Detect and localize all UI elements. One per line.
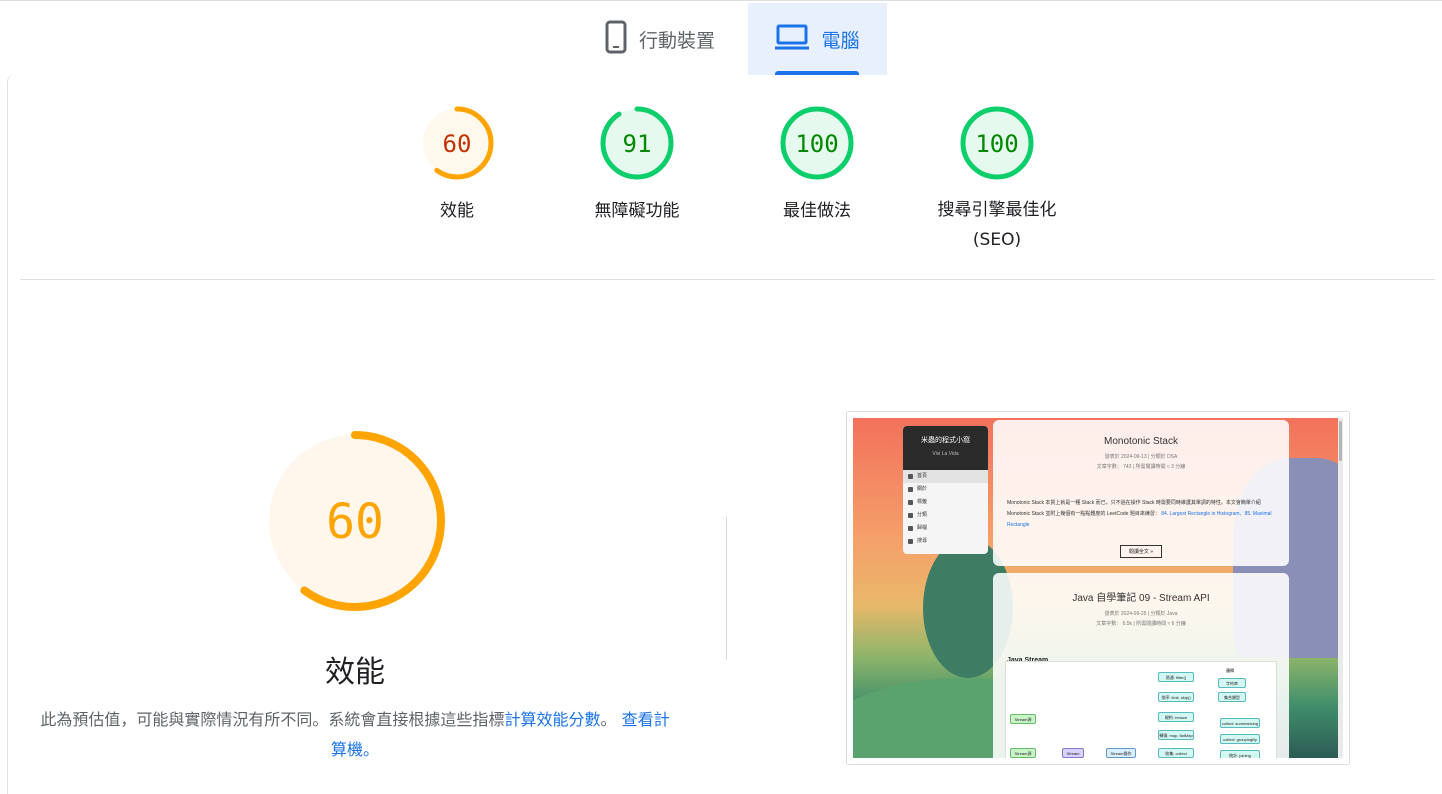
diagram-node: 集合類型 [1218,692,1246,702]
diagram-node: 邏輯 [1226,668,1234,673]
gauge-label-line1: 搜尋引擎最佳化 [937,200,1057,220]
diagram-node: collect: groupingBy [1220,734,1260,744]
gauge-seo[interactable]: 100 搜尋引擎最佳化 (SEO) [917,105,1077,255]
diagram-node: collect: summarizing [1220,718,1260,728]
diagram-node: 排序: limit, skip() [1158,692,1194,702]
site-sidebar: 米蟲的程式小窩 Vivi La Vida 首頁 關於 標籤 分類 歸檔 搜尋 [903,426,988,554]
tab-mobile[interactable]: 行動裝置 [580,3,740,75]
performance-title: 效能 [325,655,385,690]
gauge-performance-ring: 60 [420,106,494,180]
screenshot-content: 米蟲的程式小窩 Vivi La Vida 首頁 關於 標籤 分類 歸檔 搜尋 M… [853,418,1343,758]
gauge-accessibility-ring: 91 [600,106,674,180]
post-title: Java 自學筆記 09 - Stream API [1072,593,1210,604]
vertical-separator [726,517,727,660]
site-menu-item: 搜尋 [903,535,988,548]
site-menu-item: 首頁 [903,470,988,483]
post-excerpt: Monotonic Stack 本質上就是一種 Stack 而已，只不過在操作 … [993,498,1289,531]
post-meta-line: 文章字數： 743 | 所需閱讀時間 ≈ 3 分鐘 [1096,464,1186,470]
gauge-best-practices-ring: 100 [780,106,854,180]
laptop-icon [775,23,810,56]
post-meta-line: 發表於 2024-09-25 | 分類於 Java [1104,611,1178,617]
diagram-node: Stream源 [1010,748,1036,758]
gauge-label: 無障礙功能 [594,201,680,221]
site-menu-item: 分類 [903,509,988,522]
diagram-node: 轉換: map, flatMap [1158,730,1194,740]
section-divider [20,279,1435,280]
site-header: 米蟲的程式小窩 Vivi La Vida [903,426,988,470]
gauge-score: 100 [795,130,838,158]
tab-desktop[interactable]: 電腦 [748,3,887,75]
mobile-phone-icon [605,20,627,59]
stream-diagram: Stream源 Stream源 Stream Stream操作 過濾: filt… [1005,661,1277,758]
post-meta-line: 文章字數： 6.5k | 所需閱讀時間 ≈ 6 分鐘 [1096,621,1186,627]
post-card: Monotonic Stack 發表於 2024-09-13 | 分類於 DSA… [993,420,1289,566]
top-border [0,0,1442,1]
gauge-accessibility[interactable]: 91 無障礙功能 [557,105,717,227]
read-more-button: 閱讀全文 » [1119,545,1163,558]
diagram-node: 收集: collect [1158,748,1194,758]
site-menu-item: 關於 [903,483,988,496]
gauge-label-line2: (SEO) [972,230,1022,250]
gauge-score: 60 [443,130,472,158]
gauge-label: 最佳做法 [783,201,851,221]
diagram-node: 過濾: filter() [1158,672,1194,682]
diagram-node: 字符串 [1218,678,1246,688]
performance-score: 60 [326,494,384,550]
diagram-node: 統計: joining [1220,750,1260,758]
site-subtitle: Vivi La Vida [932,451,959,457]
diagram-node: Stream源 [1010,714,1036,724]
calc-score-link[interactable]: 計算效能分數 [504,710,600,729]
performance-gauge-large: 60 [262,428,448,619]
gauge-seo-ring: 100 [960,106,1034,180]
tab-desktop-label: 電腦 [821,29,860,52]
post-meta-line: 發表於 2024-09-13 | 分類於 DSA [1104,454,1178,460]
post-card: Java 自學筆記 09 - Stream API 發表於 2024-09-25… [993,573,1289,758]
screenshot-scrollbar [1338,418,1343,758]
gauge-score: 91 [623,130,652,158]
desc-text: 此為預估值，可能與實際情況有所不同。系統會直接根據這些指標 [40,710,505,729]
gauge-score: 100 [975,130,1018,158]
gauge-performance[interactable]: 60 效能 [377,105,537,227]
post-meta: 發表於 2024-09-25 | 分類於 Java 文章字數： 6.5k | 所… [993,609,1289,629]
final-screenshot[interactable]: 米蟲的程式小窩 Vivi La Vida 首頁 關於 標籤 分類 歸檔 搜尋 M… [846,411,1350,765]
diagram-node: Stream操作 [1106,748,1136,758]
site-title: 米蟲的程式小窩 [921,437,970,444]
gauge-best-practices[interactable]: 100 最佳做法 [737,105,897,227]
tab-mobile-label: 行動裝置 [638,29,715,52]
desc-sep: 。 [600,710,617,729]
post-meta: 發表於 2024-09-13 | 分類於 DSA 文章字數： 743 | 所需閱… [993,452,1289,472]
site-menu-item: 歸檔 [903,522,988,535]
gauge-label: 搜尋引擎最佳化 (SEO) [917,195,1077,255]
site-menu-item: 標籤 [903,496,988,509]
performance-description: 此為預估值，可能與實際情況有所不同。系統會直接根據這些指標計算效能分數。 查看計… [40,705,670,765]
diagram-node: Stream [1062,748,1084,758]
gauge-label: 效能 [440,201,474,221]
post-title: Monotonic Stack [1104,436,1178,447]
diagram-node: 規約: reduce [1158,712,1194,722]
